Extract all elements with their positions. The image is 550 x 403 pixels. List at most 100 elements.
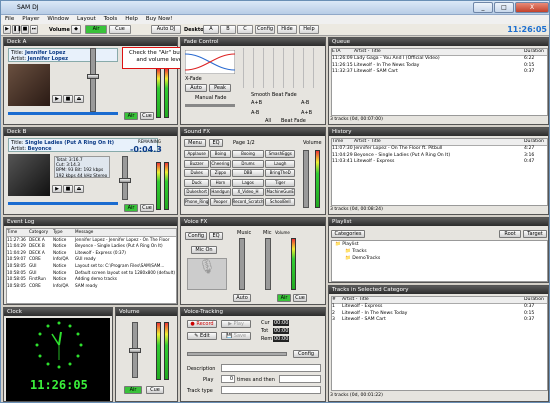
track-type-select[interactable] xyxy=(221,386,321,394)
log-row[interactable]: 10:59:07 CORE Info/QA GUI ready xyxy=(7,256,176,263)
mic-fader[interactable] xyxy=(265,238,271,290)
desktop-c-button[interactable]: C xyxy=(237,25,253,34)
sfx-menu-button[interactable]: Menu xyxy=(184,139,206,147)
play-count-input[interactable]: 0 xyxy=(221,375,235,383)
deck-b-progress[interactable] xyxy=(8,202,118,205)
sfx-pad[interactable]: Pooper xyxy=(210,197,231,206)
deck-a-play-icon[interactable]: ▶ xyxy=(52,95,62,103)
target-button[interactable]: Target xyxy=(523,230,547,238)
auto-dj-button[interactable]: Auto DJ xyxy=(151,25,181,34)
hide-button[interactable]: Hide xyxy=(277,25,297,34)
sfx-pad[interactable]: Dukes xyxy=(184,169,210,177)
log-row[interactable]: 10:58:05 FirstRun Notice Adding demo tracks xyxy=(7,276,176,283)
sfx-pad[interactable]: Duck xyxy=(184,178,210,187)
deck-a-progress[interactable] xyxy=(8,112,118,115)
sfx-pad[interactable]: DBB xyxy=(231,169,265,177)
sfx-pad[interactable]: Zippo xyxy=(210,169,231,177)
sfx-pad[interactable]: Tiger xyxy=(265,178,295,187)
log-row[interactable]: 11:04:29 DECK A Notice Litewolf - Express (… xyxy=(7,250,176,257)
deck-b-air-button[interactable]: Air xyxy=(124,204,138,212)
music-fader[interactable] xyxy=(239,238,245,290)
voice-cue-button[interactable]: Cue xyxy=(293,294,307,302)
sfx-pad[interactable]: Record_Scratch xyxy=(231,197,265,206)
categories-button[interactable]: Categories xyxy=(331,230,365,238)
log-row[interactable]: 10:58:05 GUI Notice Default screen layout s… xyxy=(7,270,176,277)
toolbar-air-button[interactable]: Air xyxy=(85,25,107,34)
history-row[interactable]: 11:03:41 Litewolf - Express 0:47 xyxy=(332,159,547,165)
menu-layout[interactable]: Layout xyxy=(77,15,96,24)
sfx-pad[interactable]: SchoolBell xyxy=(265,197,295,206)
history-list[interactable]: Time Artist - Title Duration 11:07:30 Jenni… xyxy=(331,138,548,206)
tree-playlist[interactable]: 📁 Playlist xyxy=(335,241,547,248)
maximize-button[interactable]: □ xyxy=(494,2,514,13)
master-air-button[interactable]: Air xyxy=(124,386,142,394)
log-row[interactable]: 10:58:05 CORE Info/QA SAM ready xyxy=(7,283,176,290)
deck-a-cue-button[interactable]: Cue xyxy=(140,112,154,120)
sfx-pad[interactable]: MachineGunE xyxy=(265,188,295,196)
voice-config-button[interactable]: Config xyxy=(185,232,207,240)
sfx-volume-fader[interactable] xyxy=(303,150,309,208)
menu-file[interactable]: File xyxy=(5,15,14,24)
queue-row[interactable]: 11:32:37 Litewolf - SAM Cart 0:37 xyxy=(332,69,547,75)
sfx-pad[interactable]: X_Video_H xyxy=(231,188,265,196)
sfx-pad[interactable]: Boing xyxy=(210,150,231,158)
deck-b-fader-knob[interactable] xyxy=(119,178,131,183)
master-cue-button[interactable]: Cue xyxy=(146,386,164,394)
sfx-pad[interactable]: Cheering xyxy=(210,159,231,168)
deck-b-eject-icon[interactable]: ⏏ xyxy=(74,185,84,193)
menu-player[interactable]: Player xyxy=(22,15,39,24)
minimize-button[interactable]: _ xyxy=(473,2,493,13)
next-icon[interactable]: ⏭ xyxy=(30,25,38,34)
vt-position-slider[interactable] xyxy=(187,352,287,356)
sfx-pad[interactable]: Applause xyxy=(184,150,210,158)
vt-save-button[interactable]: 💾 Save xyxy=(221,332,251,340)
close-button[interactable]: X xyxy=(515,2,549,13)
sfx-pad[interactable]: Drums xyxy=(231,159,265,168)
vt-play-button[interactable]: ▶ Play xyxy=(221,320,251,328)
record-button[interactable]: ● Record xyxy=(187,320,217,328)
deck-a-fader-knob[interactable] xyxy=(87,74,99,79)
sfx-pad[interactable]: Dukeshort xyxy=(184,188,210,196)
log-row[interactable]: 11:27:36 DECK A Notice Jennifer Lopez - Jen… xyxy=(7,237,176,244)
deck-a-stop-icon[interactable]: ■ xyxy=(63,95,73,103)
sfx-pad[interactable]: Phone_Ring xyxy=(184,197,210,206)
queue-list[interactable]: ETA Artist - Title Duration 11:26:09 Lady G… xyxy=(331,48,548,116)
help-button[interactable]: Help xyxy=(299,25,319,34)
then-select[interactable] xyxy=(279,375,321,383)
sfx-pad[interactable]: Lagos xyxy=(231,178,265,187)
sfx-eq-button[interactable]: EQ xyxy=(209,139,223,147)
menu-tools[interactable]: Tools xyxy=(104,15,118,24)
master-volume-knob[interactable] xyxy=(129,348,141,353)
deck-b-play-icon[interactable]: ▶ xyxy=(52,185,62,193)
desktop-a-button[interactable]: A xyxy=(203,25,219,34)
deck-a-volume-fader[interactable] xyxy=(90,48,96,112)
tree-tracks[interactable]: 📁 Tracks xyxy=(335,248,547,255)
menu-buy-now[interactable]: Buy Now! xyxy=(146,15,172,24)
deck-a-eject-icon[interactable]: ⏏ xyxy=(74,95,84,103)
volume-slider[interactable]: ◆ xyxy=(71,25,81,34)
tracks-list[interactable]: # Artist - Title Duration 1 Litewolf - Expr… xyxy=(331,296,548,391)
vt-edit-button[interactable]: ✎ Edit xyxy=(187,332,217,340)
track-row[interactable]: 3 Litewolf - SAM Cart 0:37 xyxy=(332,317,547,323)
desktop-b-button[interactable]: B xyxy=(220,25,236,34)
tree-demotracks[interactable]: 📁 DemoTracks xyxy=(335,255,547,262)
fade-auto-button[interactable]: Auto xyxy=(185,84,207,92)
pause-icon[interactable]: ❚❚ xyxy=(12,25,21,34)
root-button[interactable]: Root xyxy=(499,230,521,238)
voice-auto-button[interactable]: Auto xyxy=(233,294,251,302)
config-button[interactable]: Config xyxy=(255,25,275,34)
fade-peak-button[interactable]: Peak xyxy=(209,84,231,92)
play-icon[interactable]: ▶ xyxy=(3,25,11,34)
sfx-pad[interactable]: Handgun xyxy=(210,188,231,196)
toolbar-cue-button[interactable]: Cue xyxy=(109,25,131,34)
sfx-pad[interactable]: BringTheD xyxy=(265,169,295,177)
playlist-tree[interactable]: 📁 Playlist 📁 Tracks 📁 DemoTracks xyxy=(331,240,548,282)
sfx-pad[interactable]: Laugh xyxy=(265,159,295,168)
voice-air-button[interactable]: Air xyxy=(277,294,291,302)
sfx-pad[interactable]: Buzzer xyxy=(184,159,210,168)
vt-config-button[interactable]: Config xyxy=(293,350,319,358)
deck-b-stop-icon[interactable]: ■ xyxy=(63,185,73,193)
stop-icon[interactable]: ■ xyxy=(21,25,29,34)
mic-on-button[interactable]: Mic On xyxy=(191,246,217,254)
log-row[interactable]: 10:58:05 GUI Notice Layout set to: C:\Progr… xyxy=(7,263,176,270)
